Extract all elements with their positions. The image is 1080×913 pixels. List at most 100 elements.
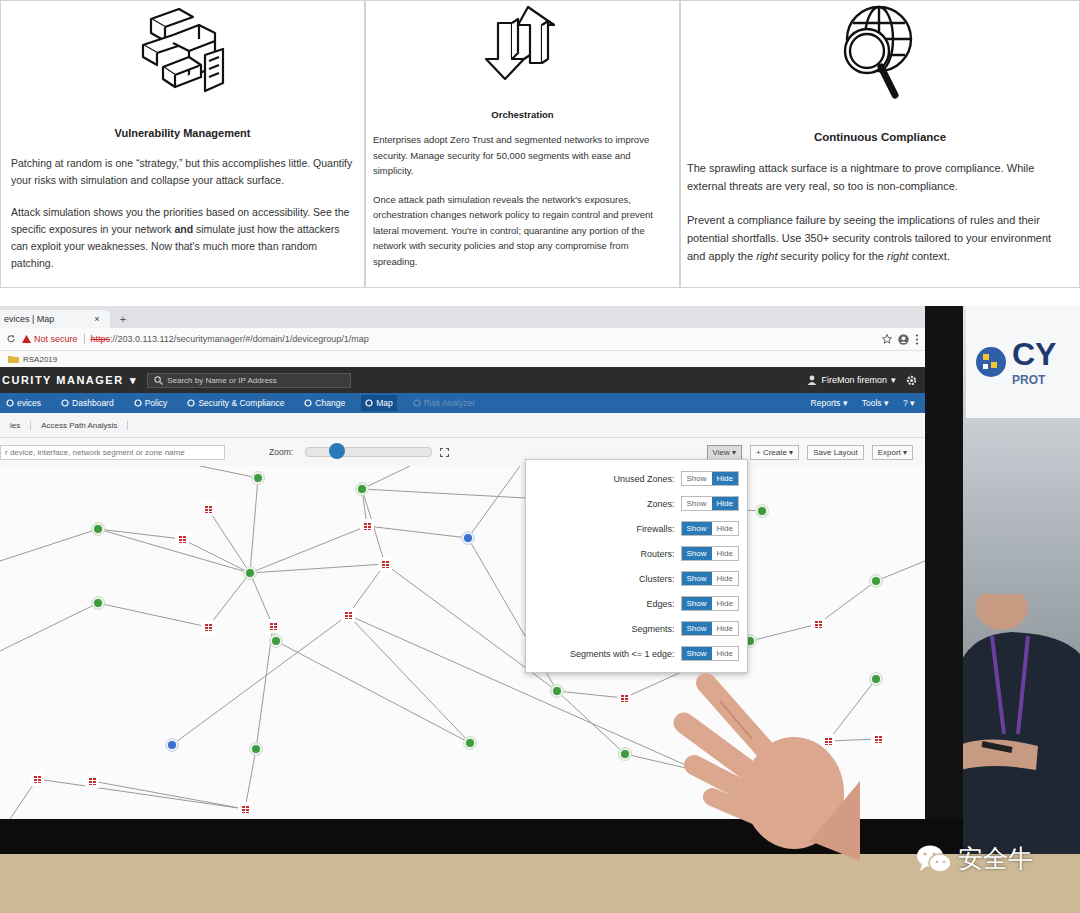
blocks-icon-wrap <box>139 5 227 95</box>
node-glyph <box>824 737 833 745</box>
logo-icon-wrap <box>974 340 1008 384</box>
security-warning[interactable]: Not secure <box>22 334 85 344</box>
hide-option[interactable]: Hide <box>712 472 738 485</box>
map-node[interactable] <box>251 471 265 485</box>
nav-item[interactable]: Dashboard <box>57 395 118 411</box>
breadcrumb-item[interactable]: ies <box>0 421 31 430</box>
hide-option[interactable]: Hide <box>712 497 738 510</box>
show-option[interactable]: Show <box>682 572 712 585</box>
map-node[interactable] <box>821 734 835 748</box>
toolbar-button[interactable]: Save Layout <box>807 445 863 460</box>
brand[interactable]: CURITY MANAGER▾ <box>2 374 137 387</box>
map-node[interactable] <box>165 738 179 752</box>
toolbar-button[interactable]: Export ▾ <box>872 445 913 460</box>
show-option[interactable]: Show <box>682 522 712 535</box>
map-node[interactable] <box>355 482 369 496</box>
reload-icon[interactable] <box>6 334 16 344</box>
fullscreen-icon[interactable] <box>440 448 449 457</box>
show-option[interactable]: Show <box>682 597 712 610</box>
show-hide-toggle[interactable]: ShowHide <box>681 596 739 611</box>
zoom-knob[interactable] <box>329 443 345 459</box>
header-search[interactable]: Search by Name or IP Address <box>147 373 351 388</box>
gear-icon[interactable] <box>906 375 917 386</box>
show-hide-toggle[interactable]: ShowHide <box>681 646 739 661</box>
map-node[interactable] <box>249 742 263 756</box>
map-node[interactable] <box>341 608 355 622</box>
show-hide-toggle[interactable]: ShowHide <box>681 521 739 536</box>
breadcrumb-item[interactable]: Access Path Analysis <box>31 421 128 430</box>
map-node[interactable] <box>618 747 632 761</box>
show-option[interactable]: Show <box>682 472 712 485</box>
map-node[interactable] <box>869 672 883 686</box>
hide-option[interactable]: Hide <box>712 597 738 610</box>
show-option[interactable]: Show <box>682 647 712 660</box>
map-node[interactable] <box>201 502 215 516</box>
show-hide-toggle[interactable]: ShowHide <box>681 571 739 586</box>
user-menu[interactable]: FireMon firemon▾ <box>807 375 896 385</box>
show-option[interactable]: Show <box>682 497 712 510</box>
map-node[interactable] <box>91 596 105 610</box>
hide-option[interactable]: Hide <box>712 647 738 660</box>
nav-menu[interactable]: ? ▾ <box>903 398 915 408</box>
nav-item[interactable]: evices <box>2 395 45 411</box>
node-glyph <box>872 577 880 585</box>
nav-menu[interactable]: Tools ▾ <box>862 398 889 408</box>
nav-item[interactable]: Change <box>300 395 349 411</box>
browser-tab[interactable]: evices | Map × <box>0 310 110 328</box>
map-node[interactable] <box>243 566 257 580</box>
map-node[interactable] <box>269 634 283 648</box>
map-node[interactable] <box>91 522 105 536</box>
show-hide-toggle[interactable]: ShowHide <box>681 471 739 486</box>
map-node[interactable] <box>811 617 825 631</box>
map-node[interactable] <box>266 619 280 633</box>
avatar-icon[interactable] <box>898 334 909 345</box>
zoom-slider[interactable] <box>305 447 432 457</box>
map-node[interactable] <box>175 532 189 546</box>
map-node[interactable] <box>869 574 883 588</box>
toolbar-button[interactable]: View ▾ <box>707 445 742 460</box>
nav-item[interactable]: Security & Compliance <box>183 395 288 411</box>
show-hide-toggle[interactable]: ShowHide <box>681 621 739 636</box>
toolbar-button[interactable]: + Create ▾ <box>750 445 799 460</box>
nav-menu[interactable]: Reports ▾ <box>811 398 848 408</box>
node-glyph <box>358 485 366 493</box>
map-node[interactable] <box>461 531 475 545</box>
person-figure <box>952 594 1080 856</box>
show-hide-toggle[interactable]: ShowHide <box>681 546 739 561</box>
hide-option[interactable]: Hide <box>712 547 738 560</box>
map-edge <box>557 691 624 698</box>
map-node[interactable] <box>85 774 99 788</box>
map-node[interactable] <box>201 620 215 634</box>
map-node[interactable] <box>871 732 885 746</box>
nav-item[interactable]: Map <box>361 395 397 411</box>
new-tab[interactable]: + <box>110 310 136 328</box>
menu-icon[interactable] <box>915 334 919 345</box>
card-icon-box <box>139 5 227 99</box>
map-node[interactable] <box>238 802 252 816</box>
url[interactable]: https://203.0.113.112/securitymanager/#/… <box>91 334 369 344</box>
watermark: 安全牛 <box>916 842 1033 875</box>
map-node[interactable] <box>755 504 769 518</box>
map-node[interactable] <box>550 684 564 698</box>
star-icon[interactable] <box>882 334 892 344</box>
show-hide-toggle[interactable]: ShowHide <box>681 496 739 511</box>
show-option[interactable]: Show <box>682 547 712 560</box>
map-edge <box>0 603 98 651</box>
map-node[interactable] <box>378 557 392 571</box>
hide-option[interactable]: Hide <box>712 572 738 585</box>
hide-option[interactable]: Hide <box>712 522 738 535</box>
map-search[interactable] <box>0 445 225 460</box>
map-node[interactable] <box>463 736 477 750</box>
wechat-icon <box>916 844 952 874</box>
map-node[interactable] <box>617 691 631 705</box>
option-label: Segments with <= 1 edge: <box>570 649 675 659</box>
map-node[interactable] <box>360 519 374 533</box>
tab-close[interactable]: × <box>94 314 99 324</box>
map-node[interactable] <box>30 772 44 786</box>
show-option[interactable]: Show <box>682 622 712 635</box>
bookmark[interactable]: RSA2019 <box>23 355 57 364</box>
tab-title[interactable]: evices | Map <box>4 314 54 324</box>
nav-state: Change <box>315 398 345 408</box>
nav-item[interactable]: Policy <box>130 395 172 411</box>
hide-option[interactable]: Hide <box>712 622 738 635</box>
